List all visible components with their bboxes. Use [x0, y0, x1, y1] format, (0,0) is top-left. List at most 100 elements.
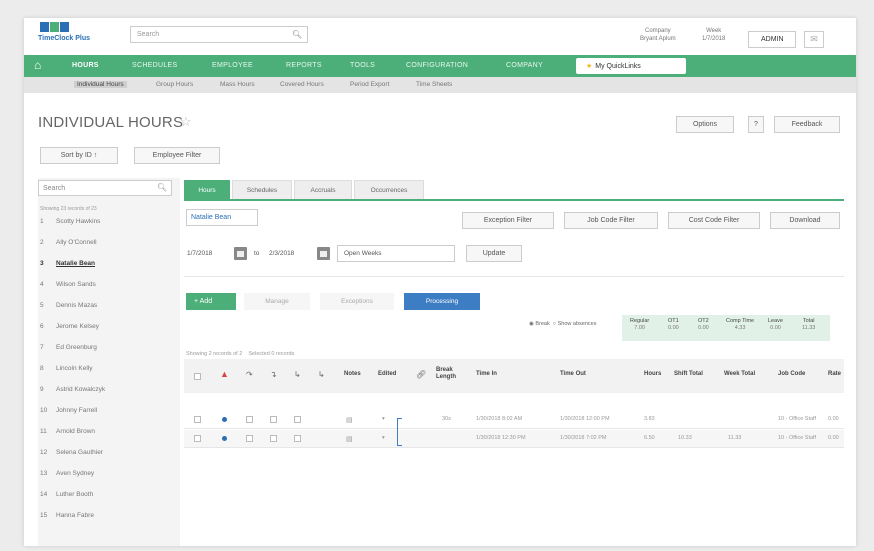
subnav-period-export[interactable]: Period Export	[350, 81, 389, 88]
date-from[interactable]: 1/7/2018	[187, 250, 212, 257]
quicklinks-dropdown[interactable]: ★ My QuickLinks	[576, 58, 686, 74]
processing-button[interactable]: Processing	[404, 293, 480, 310]
table-row[interactable]: ▤ ▾ 1/30/2018 12:30 PM 1/30/2018 7:02 PM…	[184, 430, 844, 448]
notes-icon[interactable]: ▤	[346, 416, 353, 424]
row-checkbox[interactable]	[294, 435, 301, 442]
subnav-covered-hours[interactable]: Covered Hours	[280, 81, 324, 88]
feedback-button[interactable]: Feedback	[774, 116, 840, 133]
date-to[interactable]: 2/3/2018	[269, 250, 294, 257]
cell-time-in[interactable]: 1/30/2018 8:02 AM	[476, 416, 522, 422]
row-checkbox[interactable]	[294, 416, 301, 423]
row-checkbox[interactable]	[270, 416, 277, 423]
update-button[interactable]: Update	[466, 245, 522, 262]
employee-number: 4	[40, 281, 44, 288]
col-time-in[interactable]: Time In	[476, 371, 497, 377]
col-rate[interactable]: Rate	[828, 371, 841, 377]
nav-company[interactable]: COMPANY	[506, 62, 543, 69]
cell-job-code[interactable]: 10 - Office Staff	[778, 435, 816, 441]
download-button[interactable]: Download	[770, 212, 840, 229]
nav-reports[interactable]: REPORTS	[286, 62, 322, 69]
employee-filter-button[interactable]: Employee Filter	[134, 147, 220, 164]
employee-name: Astrid Kowalczyk	[56, 386, 106, 393]
subnav-time-sheets[interactable]: Time Sheets	[416, 81, 452, 88]
exceptions-button[interactable]: Exceptions	[320, 293, 394, 310]
employee-list-item[interactable]: 5 Dennis Mazas	[40, 302, 97, 309]
employee-list-item[interactable]: 2 Ally O'Connell	[40, 239, 97, 246]
notes-icon[interactable]: ▤	[346, 435, 353, 443]
nav-employee[interactable]: EMPLOYEE	[212, 62, 253, 69]
subnav-mass-hours[interactable]: Mass Hours	[220, 81, 255, 88]
employee-list-item[interactable]: 12 Selena Gauthier	[40, 449, 103, 456]
row-checkbox[interactable]	[194, 435, 201, 442]
cell-time-in[interactable]: 1/30/2018 12:30 PM	[476, 435, 526, 441]
job-code-filter-button[interactable]: Job Code Filter	[564, 212, 658, 229]
nav-configuration[interactable]: CONFIGURATION	[406, 62, 468, 69]
cell-job-code[interactable]: 10 - Office Staff	[778, 416, 816, 422]
col-job-code[interactable]: Job Code	[778, 371, 805, 377]
col-hours[interactable]: Hours	[644, 371, 661, 377]
nav-hours[interactable]: HOURS	[72, 62, 99, 69]
nav-tools[interactable]: TOOLS	[350, 62, 375, 69]
employee-list-item[interactable]: 13 Aven Sydney	[40, 470, 94, 477]
radio-break[interactable]: ◉	[529, 321, 534, 327]
row-checkbox[interactable]	[194, 416, 201, 423]
employee-list-item[interactable]: 10 Johnny Farrell	[40, 407, 97, 414]
search-icon[interactable]: 🔍︎	[157, 183, 167, 192]
subnav-individual-hours[interactable]: Individual Hours	[74, 81, 127, 88]
user-menu-button[interactable]: ADMIN	[748, 31, 796, 48]
employee-list-item[interactable]: 8 Lincoln Kelly	[40, 365, 93, 372]
employee-number: 1	[40, 218, 44, 225]
employee-list-item[interactable]: 7 Ed Greenburg	[40, 344, 97, 351]
mail-icon[interactable]: ✉	[804, 31, 824, 48]
range-select[interactable]: Open Weeks	[337, 245, 455, 262]
row-checkbox[interactable]	[270, 435, 277, 442]
employee-number: 7	[40, 344, 44, 351]
radio-show-absences[interactable]: ○	[553, 321, 556, 327]
employee-count: Showing 23 records of 23	[40, 206, 97, 212]
col-edited[interactable]: Edited	[378, 371, 396, 377]
cell-rate: 0.00	[828, 435, 839, 441]
tab-schedules[interactable]: Schedules	[232, 180, 292, 199]
employee-list-item[interactable]: 14 Luther Booth	[40, 491, 93, 498]
cell-time-out[interactable]: 1/30/2018 12:00 PM	[560, 416, 610, 422]
sort-button[interactable]: Sort by ID ↑	[40, 147, 118, 164]
search-icon[interactable]: 🔍︎	[292, 30, 302, 39]
employee-list-item[interactable]: 11 Arnold Brown	[40, 428, 95, 435]
calendar-icon[interactable]	[234, 247, 247, 260]
employee-selector[interactable]: Natalie Bean	[186, 209, 258, 226]
manage-button[interactable]: Manage	[244, 293, 310, 310]
global-search-input[interactable]: Search 🔍︎	[130, 26, 308, 43]
row-checkbox[interactable]	[246, 435, 253, 442]
col-week-total[interactable]: Week Total	[724, 371, 755, 377]
employee-list-item[interactable]: 9 Astrid Kowalczyk	[40, 386, 105, 393]
options-button[interactable]: Options	[676, 116, 734, 133]
app-logo[interactable]: TimeClock Plus	[38, 22, 98, 50]
employee-list-item[interactable]: 4 Wilson Sands	[40, 281, 96, 288]
employee-list-item[interactable]: 3 Natalie Bean	[40, 260, 95, 267]
nav-schedules[interactable]: SCHEDULES	[132, 62, 178, 69]
home-icon[interactable]: ⌂	[34, 58, 41, 72]
row-checkbox[interactable]	[246, 416, 253, 423]
table-row[interactable]: ▤ ▾ 30s 1/30/2018 8:02 AM 1/30/2018 12:0…	[184, 411, 844, 429]
employee-search-input[interactable]: Search 🔍︎	[38, 180, 172, 196]
cost-code-filter-button[interactable]: Cost Code Filter	[668, 212, 760, 229]
col-notes[interactable]: Notes	[344, 371, 361, 377]
select-all-checkbox[interactable]	[194, 373, 201, 380]
cell-time-out[interactable]: 1/30/2018 7:02 PM	[560, 435, 606, 441]
tab-occurrences[interactable]: Occurrences	[354, 180, 424, 199]
favorite-star-icon[interactable]: ☆	[180, 114, 192, 130]
employee-list-item[interactable]: 1 Scotty Hawkins	[40, 218, 100, 225]
exception-filter-button[interactable]: Exception Filter	[462, 212, 554, 229]
help-button[interactable]: ?	[748, 116, 764, 133]
col-shift-total[interactable]: Shift Total	[674, 371, 703, 377]
logo-text: TimeClock Plus	[38, 35, 91, 42]
subnav-group-hours[interactable]: Group Hours	[156, 81, 193, 88]
employee-list-item[interactable]: 6 Jerome Kelsey	[40, 323, 99, 330]
col-break-length[interactable]: Break Length	[436, 367, 466, 381]
employee-list-item[interactable]: 15 Hanna Fabre	[40, 512, 94, 519]
add-button[interactable]: + Add	[186, 293, 236, 310]
tab-hours[interactable]: Hours	[184, 180, 230, 199]
tab-accruals[interactable]: Accruals	[294, 180, 352, 199]
col-time-out[interactable]: Time Out	[560, 371, 586, 377]
calendar-icon[interactable]	[317, 247, 330, 260]
